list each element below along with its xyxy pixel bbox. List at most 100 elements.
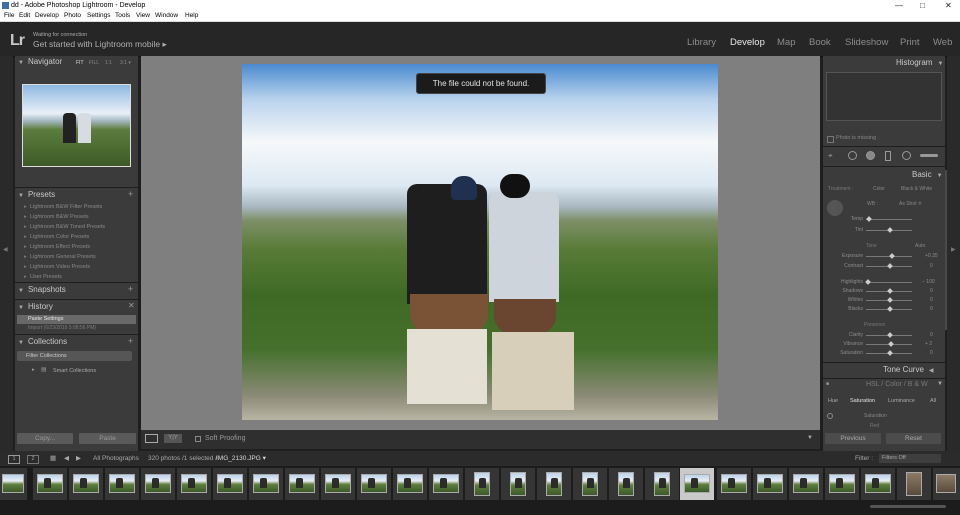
source-label[interactable]: All Photographs	[93, 451, 139, 466]
module-book[interactable]: Book	[809, 37, 831, 48]
maximize-icon[interactable]: □	[920, 0, 925, 11]
white-balance-picker-icon[interactable]	[827, 200, 843, 216]
filmstrip-thumbnail[interactable]	[717, 468, 751, 500]
clear-history-icon[interactable]: ✕	[128, 301, 135, 310]
treatment-color[interactable]: Color	[873, 186, 885, 192]
menu-window[interactable]: Window	[155, 11, 178, 21]
highlights-slider[interactable]	[865, 279, 912, 285]
red-eye-icon[interactable]	[866, 151, 875, 160]
smart-collections-chevron[interactable]: ▸	[32, 367, 35, 373]
filmstrip-thumbnail[interactable]	[933, 468, 960, 500]
filter-dropdown[interactable]: Filters Off	[879, 454, 941, 463]
previous-button[interactable]: Previous	[825, 433, 881, 444]
contrast-slider[interactable]	[866, 263, 912, 269]
clarity-slider[interactable]	[866, 332, 912, 338]
preset-folder[interactable]: Lightroom Video Presets	[24, 264, 90, 270]
smart-collections[interactable]: Smart Collections	[53, 368, 96, 374]
hsl-tab-luminance[interactable]: Luminance	[888, 398, 915, 404]
preset-folder[interactable]: Lightroom B&W Presets	[24, 214, 89, 220]
module-print[interactable]: Print	[900, 37, 920, 48]
module-map[interactable]: Map	[777, 37, 795, 48]
radial-filter-icon[interactable]	[902, 151, 911, 160]
right-panel-scrollbar[interactable]	[945, 170, 947, 330]
snapshots-header[interactable]: ▼ Snapshots	[18, 284, 66, 296]
targeted-adjustment-icon[interactable]	[827, 413, 833, 419]
add-preset-icon[interactable]: +	[128, 189, 133, 199]
tone-curve-header[interactable]: Tone Curve ◀	[883, 364, 938, 376]
zoom-1-1[interactable]: 1:1	[105, 60, 112, 66]
left-panel-toggle[interactable]: ◀	[0, 56, 13, 451]
filmstrip-thumbnail-selected[interactable]	[680, 468, 714, 500]
filmstrip-thumbnail[interactable]	[213, 468, 247, 500]
menu-tools[interactable]: Tools	[115, 11, 130, 21]
filmstrip-thumbnail[interactable]	[537, 468, 571, 500]
preset-folder[interactable]: Lightroom General Presets	[24, 254, 96, 260]
whites-value[interactable]: 0	[930, 297, 933, 303]
close-icon[interactable]: ✕	[945, 0, 952, 11]
zoom-fit[interactable]: FIT	[76, 60, 84, 66]
before-after-icon[interactable]: Y|Y	[164, 434, 182, 443]
spot-removal-icon[interactable]	[848, 151, 857, 160]
shadows-slider[interactable]	[866, 288, 912, 294]
selected-filename[interactable]: IMG_2130.JPG ▾	[216, 451, 266, 466]
copy-button[interactable]: Copy...	[17, 433, 73, 444]
hsl-tab-hue[interactable]: Hue	[828, 398, 838, 404]
clarity-value[interactable]: 0	[930, 332, 933, 338]
preset-folder[interactable]: Lightroom B&W Filter Presets	[24, 204, 102, 210]
filmstrip-thumbnail[interactable]	[465, 468, 499, 500]
menu-photo[interactable]: Photo	[64, 11, 81, 21]
blacks-slider[interactable]	[866, 306, 912, 312]
filmstrip-thumbnail[interactable]	[285, 468, 319, 500]
filmstrip-thumbnail[interactable]	[825, 468, 859, 500]
back-arrow-icon[interactable]: ◀	[64, 451, 69, 466]
highlights-value[interactable]: − 100	[922, 279, 935, 285]
adjustment-brush-icon[interactable]	[920, 154, 938, 157]
zoom-fill[interactable]: FILL	[89, 60, 99, 66]
navigator-preview[interactable]	[22, 84, 131, 167]
soft-proofing-checkbox[interactable]	[195, 436, 201, 442]
filmstrip-scrollbar[interactable]	[870, 505, 946, 508]
navigator-header[interactable]: ▼ Navigator	[18, 56, 62, 68]
lightroom-mobile-link[interactable]: Get started with Lightroom mobile ▸	[33, 39, 167, 50]
filmstrip-thumbnail[interactable]	[0, 468, 27, 500]
histogram-header[interactable]: Histogram ▼	[896, 57, 947, 69]
menu-view[interactable]: View	[136, 11, 150, 21]
collections-header[interactable]: ▼ Collections	[18, 336, 67, 348]
filmstrip-thumbnail[interactable]	[861, 468, 895, 500]
graduated-filter-icon[interactable]	[885, 151, 891, 161]
preset-folder[interactable]: User Presets	[24, 274, 62, 280]
module-develop[interactable]: Develop	[730, 37, 765, 48]
grid-view-icon[interactable]: ▦	[50, 451, 56, 466]
preset-folder[interactable]: Lightroom Effect Presets	[24, 244, 90, 250]
presets-header[interactable]: ▼ Presets	[18, 189, 55, 201]
minimize-icon[interactable]: —	[895, 0, 903, 11]
crop-icon[interactable]: ⌖	[828, 151, 833, 161]
hsl-tab-all[interactable]: All	[930, 398, 936, 404]
exposure-value[interactable]: +0.35	[925, 253, 938, 259]
menu-settings[interactable]: Settings	[87, 11, 111, 21]
vibrance-value[interactable]: + 2	[925, 341, 932, 347]
filmstrip-thumbnail[interactable]	[69, 468, 103, 500]
filmstrip-thumbnail[interactable]	[789, 468, 823, 500]
add-snapshot-icon[interactable]: +	[128, 284, 133, 294]
filmstrip-thumbnail[interactable]	[645, 468, 679, 500]
saturation-slider[interactable]	[866, 350, 912, 356]
module-web[interactable]: Web	[933, 37, 952, 48]
history-item[interactable]: Import (6/23/2016 5:08:56 PM)	[28, 325, 96, 331]
filmstrip-thumbnail[interactable]	[897, 468, 931, 500]
filmstrip-thumbnail[interactable]	[33, 468, 67, 500]
hsl-tab-saturation[interactable]: Saturation	[850, 398, 875, 404]
shadows-value[interactable]: 0	[930, 288, 933, 294]
main-photo[interactable]	[242, 64, 718, 420]
exposure-slider[interactable]	[866, 253, 912, 259]
menu-file[interactable]: File	[4, 11, 14, 21]
window-2-button[interactable]: 2	[27, 455, 39, 464]
zoom-3-1[interactable]: 3:1 ▾	[120, 60, 131, 66]
preset-folder[interactable]: Lightroom Color Presets	[24, 234, 89, 240]
filmstrip-thumbnail[interactable]	[357, 468, 391, 500]
contrast-value[interactable]: 0	[930, 263, 933, 269]
auto-tone-button[interactable]: Auto	[915, 243, 925, 249]
temp-slider[interactable]	[866, 216, 912, 222]
module-slideshow[interactable]: Slideshow	[845, 37, 888, 48]
menu-edit[interactable]: Edit	[19, 11, 30, 21]
